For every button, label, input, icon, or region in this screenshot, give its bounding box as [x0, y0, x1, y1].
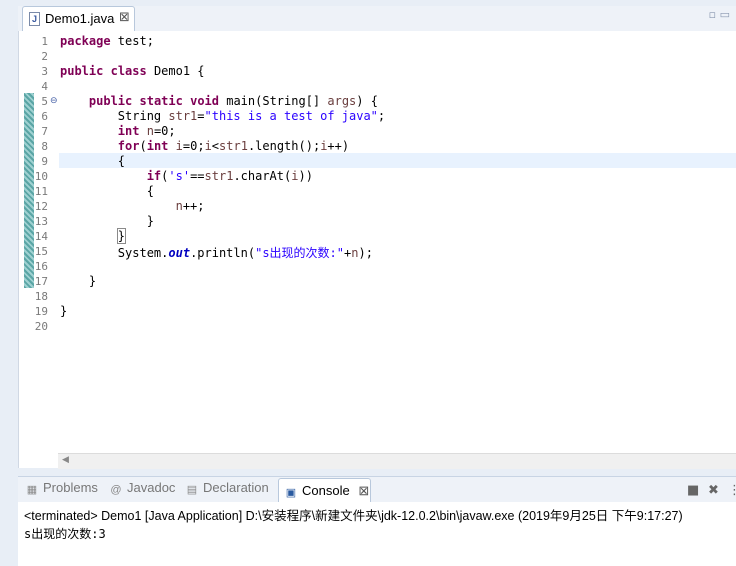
console-status-line: <terminated> Demo1 [Java Application] D:…: [24, 509, 683, 523]
tab-javadoc[interactable]: @ Javadoc: [110, 480, 175, 502]
declaration-icon: ▤: [186, 484, 198, 496]
line-number: 4: [41, 80, 48, 93]
line-number: 10: [34, 170, 48, 183]
current-line-highlight: [59, 153, 736, 168]
fold-collapse-icon[interactable]: ⊖: [50, 96, 58, 106]
panel-tab-bar: ▦ Problems @ Javadoc ▤ Declaration ▣ Console…: [18, 476, 736, 503]
tab-declaration[interactable]: ▤ Declaration: [186, 480, 269, 502]
code-line[interactable]: System.out.println("s出现的次数:"+n);: [60, 244, 373, 261]
line-number: 16: [34, 260, 48, 273]
code-line[interactable]: {: [60, 154, 125, 168]
code-line[interactable]: }: [60, 304, 67, 318]
code-line[interactable]: String str1="this is a test of java";: [60, 109, 385, 123]
line-number: 11: [34, 185, 48, 198]
line-number-gutter: 1 2 3 4 5 ⊖ 6 7 8 9 10 11 12 13 14 15 16 17 18 19 20: [35, 31, 59, 453]
console-close-icon[interactable]: ⊠: [358, 483, 369, 498]
javadoc-icon: @: [110, 484, 122, 496]
code-line[interactable]: int n=0;: [60, 124, 176, 138]
console-output[interactable]: s出现的次数:3: [24, 525, 106, 542]
line-number: 18: [34, 290, 48, 303]
horizontal-scrollbar[interactable]: ◀: [58, 453, 736, 469]
line-number: 19: [34, 305, 48, 318]
tab-console-label: Console: [302, 483, 350, 498]
editor-tab-demo1[interactable]: J Demo1.java ⊠: [22, 6, 135, 32]
tab-console[interactable]: ▣ Console ⊠: [278, 478, 371, 503]
line-number: 13: [34, 215, 48, 228]
code-line[interactable]: }: [60, 274, 96, 288]
line-number: 14: [34, 230, 48, 243]
editor-tab-label: Demo1.java: [45, 11, 115, 26]
line-number: 3: [41, 65, 48, 78]
line-number: 1: [41, 35, 48, 48]
line-number: 12: [34, 200, 48, 213]
tab-problems[interactable]: ▦ Problems: [26, 480, 98, 502]
code-line[interactable]: {: [60, 184, 154, 198]
tab-javadoc-label: Javadoc: [127, 480, 176, 495]
console-icon: ▣: [285, 487, 297, 499]
code-line[interactable]: public class Demo1 {: [60, 64, 205, 78]
code-line[interactable]: }: [60, 228, 127, 244]
code-line[interactable]: }: [60, 214, 154, 228]
code-line[interactable]: public static void main(String[] args) {: [60, 94, 378, 108]
code-line[interactable]: package test;: [60, 34, 154, 48]
line-number: 6: [41, 110, 48, 123]
code-line[interactable]: for(int i=0;i<str1.length();i++): [60, 139, 349, 153]
code-line[interactable]: n++;: [60, 199, 205, 213]
code-line[interactable]: if('s'==str1.charAt(i)): [60, 169, 313, 183]
line-number: 20: [34, 320, 48, 333]
line-number: 8: [41, 140, 48, 153]
remove-launch-icon[interactable]: ✖: [708, 483, 719, 498]
problems-icon: ▦: [26, 484, 38, 496]
line-number: 15: [34, 245, 48, 258]
line-number: 5: [41, 95, 48, 108]
tab-problems-label: Problems: [43, 480, 98, 495]
more-icon[interactable]: ⋮: [728, 483, 736, 498]
scroll-left-arrow-icon[interactable]: ◀: [62, 455, 69, 465]
line-number: 9: [41, 155, 48, 168]
window-controls[interactable]: ▫ ▭: [709, 8, 730, 21]
stop-icon[interactable]: ■: [687, 483, 699, 498]
close-icon[interactable]: ⊠: [119, 10, 130, 25]
line-number: 2: [41, 50, 48, 63]
line-number: 7: [41, 125, 48, 138]
line-number: 17: [34, 275, 48, 288]
tab-declaration-label: Declaration: [203, 480, 269, 495]
java-file-icon: J: [29, 12, 40, 26]
